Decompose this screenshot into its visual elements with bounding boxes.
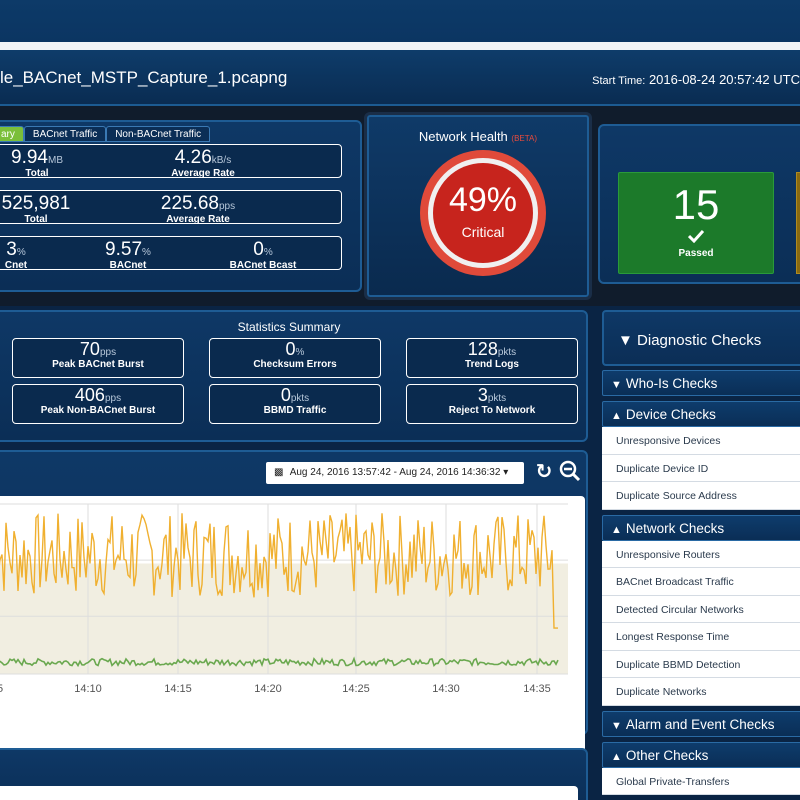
tab-summary[interactable]: ary (0, 126, 24, 142)
passed-label: Passed (678, 248, 714, 259)
traffic-chart-panel: ▩ Aug 24, 2016 13:57:42 - Aug 24, 2016 1… (0, 450, 588, 752)
section-label: Other Checks (625, 747, 709, 763)
x-tick-label: 14:35 (523, 683, 551, 695)
health-status: Critical (461, 224, 505, 240)
passed-checks-box[interactable]: 15 Passed (618, 172, 774, 274)
date-range-picker[interactable]: ▩ Aug 24, 2016 13:57:42 - Aug 24, 2016 1… (266, 462, 524, 484)
reject-to-network: 3pkts Reject To Network (406, 384, 578, 424)
total-packets: 525,981 Total (1, 193, 71, 225)
caret-down-icon: ▼ (611, 719, 622, 732)
summary-tabs: ary BACnet Traffic Non-BACnet Traffic (0, 126, 211, 142)
check-item[interactable]: Duplicate Networks (602, 678, 800, 706)
x-tick-label: 14:20 (254, 683, 282, 695)
area-fill (0, 563, 568, 674)
caret-down-icon: ▾ (503, 467, 509, 478)
caret-down-icon: ▼ (611, 379, 622, 391)
x-tick-label: 14:15 (164, 683, 192, 695)
diagnostic-checks-panel: ▼ Diagnostic Checks ▼ Who-Is Checks ▲ Devic… (602, 310, 800, 800)
bottom-panel (0, 748, 588, 800)
start-time-label: Start Time: (592, 75, 646, 87)
caret-up-icon: ▲ (611, 750, 622, 763)
bbmd-traffic: 0pkts BBMD Traffic (209, 384, 381, 424)
section-alarm-and-event-checks[interactable]: ▼ Alarm and Event Checks (602, 710, 800, 737)
bacnet-share: 9.57% BACnet (105, 239, 151, 271)
date-range-value: Aug 24, 2016 13:57:42 - Aug 24, 2016 14:… (289, 467, 501, 478)
section-label: Who-Is Checks (625, 376, 718, 391)
x-tick-label: 14:30 (432, 683, 460, 695)
non-bacnet-share: 3% Cnet (4, 239, 28, 271)
section-other-checks[interactable]: ▲ Other Checks (602, 741, 800, 768)
average-packet-rate: 225.68pps Average Rate (160, 193, 236, 225)
warning-checks-box[interactable] (796, 172, 800, 274)
check-item[interactable]: Duplicate Device ID (602, 454, 800, 482)
zoom-out-icon[interactable] (558, 460, 582, 484)
check-item[interactable]: Unresponsive Devices (602, 427, 800, 455)
health-gauge: 49% Critical (420, 150, 546, 276)
peak-non-bacnet-burst: 406pps Peak Non-BACnet Burst (12, 384, 184, 424)
refresh-icon[interactable]: ↻ (532, 460, 556, 484)
statistics-summary-title: Statistics Summary (237, 320, 341, 334)
x-tick-label: 05 (0, 683, 3, 695)
diagnostic-sections: ▼ Who-Is Checks ▲ Device Checks Unresponsive… (602, 370, 800, 800)
packets-row: 525,981 Total 225.68pps Average Rate (0, 190, 342, 225)
check-item[interactable]: Duplicate BBMD Detection (602, 650, 800, 678)
section-label: Device Checks (625, 407, 716, 422)
protocol-share-row: 3% Cnet 9.57% BACnet 0% BACnet Bcast (0, 236, 342, 271)
checkmark-icon (687, 229, 705, 244)
tab-bacnet-traffic[interactable]: BACnet Traffic (23, 126, 107, 142)
check-item[interactable]: Duplicate Source Address (602, 482, 800, 510)
passed-count: 15 (672, 181, 720, 228)
tab-non-bacnet-traffic[interactable]: Non-BACnet Traffic (106, 126, 211, 142)
start-time: Start Time: 2016-08-24 20:57:42 UTC (592, 72, 800, 87)
average-byte-rate: 4.26kB/s Average Rate (171, 147, 235, 179)
traffic-chart-svg: 05 14:10 14:15 14:20 14:25 14:30 14:35 (0, 503, 568, 695)
traffic-chart: 05 14:10 14:15 14:20 14:25 14:30 14:35 (0, 496, 585, 752)
trend-logs: 128pkts Trend Logs (406, 338, 578, 378)
section-device-checks[interactable]: ▲ Device Checks (602, 401, 800, 427)
peak-bacnet-burst: 70pps Peak BACnet Burst (12, 338, 184, 378)
calendar-icon: ▩ (274, 467, 284, 478)
caret-up-icon: ▲ (611, 410, 622, 422)
traffic-summary-panel: ary BACnet Traffic Non-BACnet Traffic 9.… (0, 120, 362, 292)
x-tick-label: 14:25 (342, 683, 370, 695)
x-tick-label: 14:10 (74, 683, 102, 695)
section-label: Network Checks (625, 520, 725, 536)
bytes-row: 9.94MB Total 4.26kB/s Average Rate (0, 144, 342, 179)
top-divider (0, 42, 800, 50)
section-label: Alarm and Event Checks (625, 716, 775, 732)
network-health-title: Network Health (BETA) (418, 129, 538, 144)
capture-header: le_BACnet_MSTP_Capture_1.pcapng Start Ti… (0, 50, 800, 106)
total-bytes: 9.94MB Total (11, 147, 63, 179)
app-top-bar (0, 0, 800, 42)
check-item[interactable]: Global Private-Transfers (602, 767, 800, 795)
start-time-value: 2016-08-24 20:57:42 UTC (648, 72, 800, 87)
check-results-panel: 15 Passed (598, 124, 800, 284)
check-item[interactable]: Unresponsive Routers (602, 540, 800, 568)
caret-up-icon: ▲ (611, 523, 622, 536)
checksum-errors: 0% Checksum Errors (209, 338, 381, 378)
check-item[interactable]: Detected Circular Networks (602, 595, 800, 623)
check-item[interactable]: Longest Response Time (602, 623, 800, 651)
statistics-summary-panel: Statistics Summary 70pps Peak BACnet Bur… (0, 310, 588, 442)
section-network-checks[interactable]: ▲ Network Checks (602, 514, 800, 541)
diagnostic-checks-title: Diagnostic Checks (637, 332, 762, 349)
health-percent: 49% (448, 181, 518, 219)
diagnostic-checks-header[interactable]: ▼ Diagnostic Checks (602, 310, 800, 366)
bacnet-broadcast-share: 0% BACnet Bcast (229, 239, 297, 271)
beta-badge: (BETA) (511, 134, 538, 143)
section-who-is-checks[interactable]: ▼ Who-Is Checks (602, 370, 800, 396)
network-health-panel: Network Health (BETA) 49% Critical (364, 112, 592, 300)
capture-file-title: le_BACnet_MSTP_Capture_1.pcapng (0, 68, 288, 87)
caret-down-icon: ▼ (618, 332, 633, 349)
check-item[interactable]: BACnet Broadcast Traffic (602, 568, 800, 596)
